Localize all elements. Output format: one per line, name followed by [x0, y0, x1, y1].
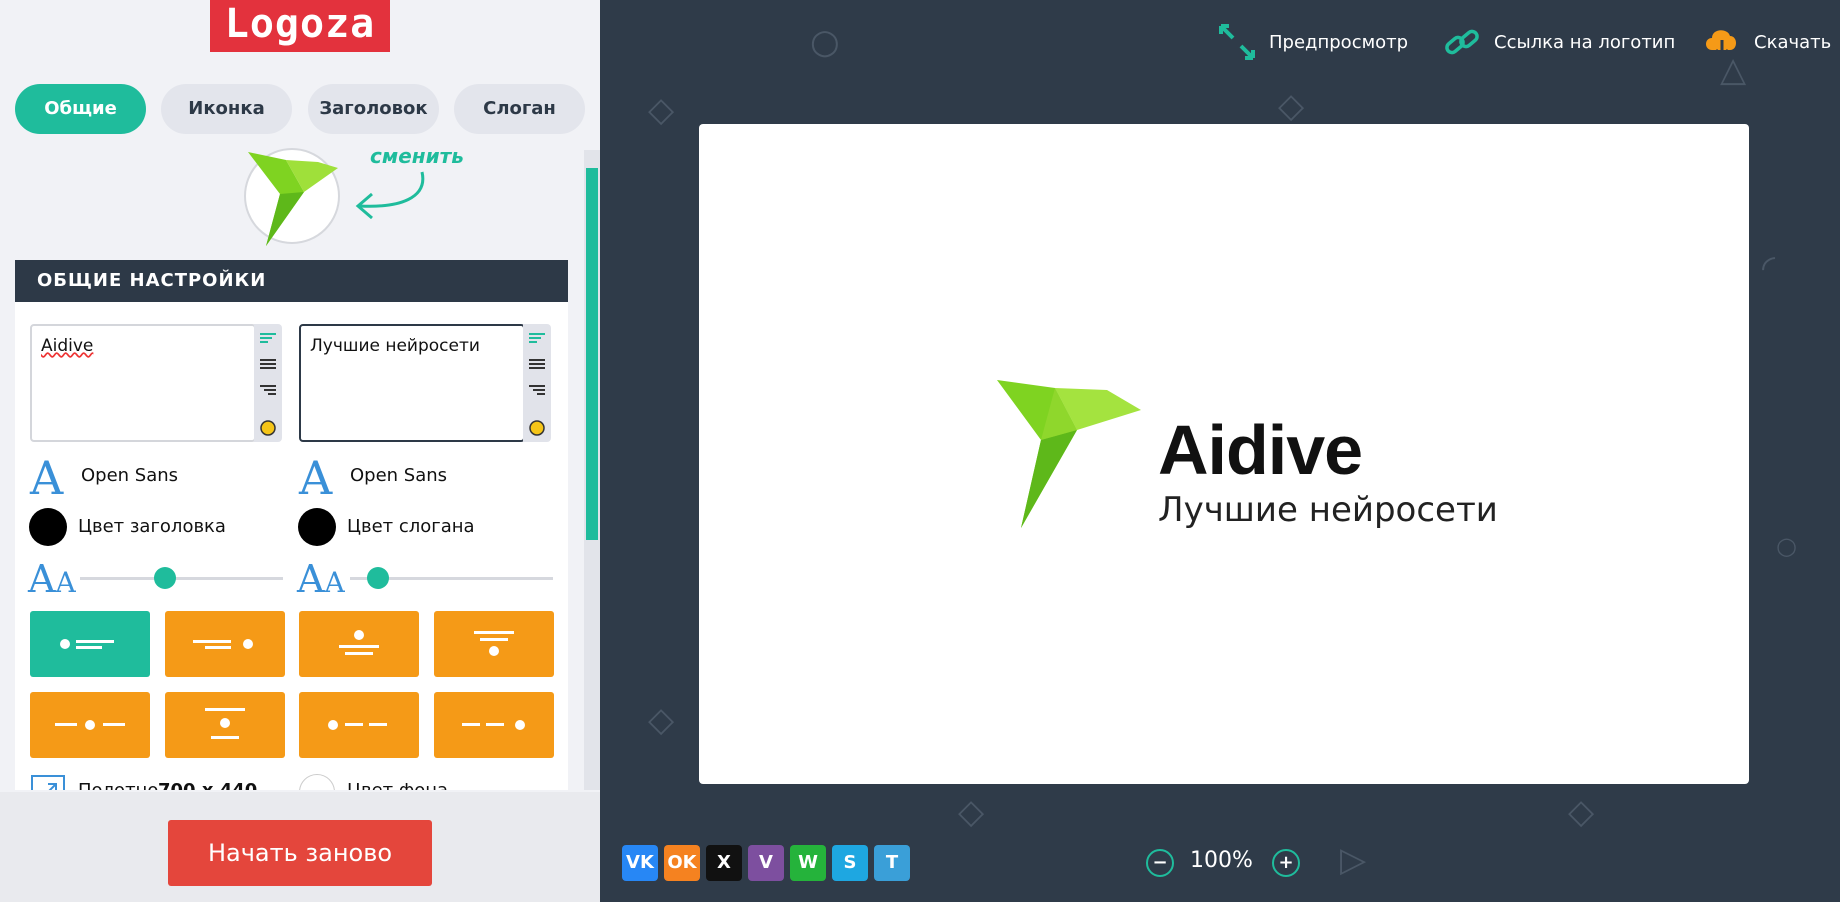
logo-link-label: Ссылка на логотип — [1494, 31, 1676, 53]
bg-color-swatch[interactable] — [299, 774, 335, 790]
preview-button[interactable]: Предпросмотр — [1217, 22, 1408, 62]
preview-logo-name: Aidive — [1158, 411, 1363, 489]
layout-icon-left-button[interactable] — [30, 611, 150, 677]
decor-circle-icon: ○ — [1776, 532, 1797, 560]
canvas-settings-row: Полотно 700 x 440 Цвет фона — [30, 774, 570, 790]
layout-icon-top-button[interactable] — [299, 611, 419, 677]
bg-color-label: Цвет фона — [347, 780, 448, 790]
layout-icon-right-button[interactable] — [165, 611, 285, 677]
share-x-button[interactable]: X — [706, 845, 742, 881]
change-icon-link[interactable]: сменить — [370, 144, 464, 168]
slogan-font-icon[interactable]: A — [299, 455, 332, 501]
slogan-text-input[interactable]: Лучшие нейросети — [299, 324, 525, 442]
layout-icon-left-inline-button[interactable] — [299, 692, 419, 758]
title-text-value: Aidive — [41, 336, 94, 356]
layout-icon — [60, 639, 114, 649]
download-button[interactable]: Скачать — [1702, 22, 1831, 62]
share-ok-button[interactable]: OK — [664, 845, 700, 881]
zoom-out-button[interactable]: − — [1146, 849, 1174, 877]
share-skype-button[interactable]: S — [832, 845, 868, 881]
layout-icon — [328, 720, 387, 730]
slogan-text-value: Лучшие нейросети — [310, 336, 480, 356]
slogan-font-name[interactable]: Open Sans — [350, 465, 447, 486]
current-icon-preview[interactable] — [244, 148, 340, 246]
cloud-download-icon — [1706, 30, 1736, 59]
tab-general[interactable]: Общие — [15, 84, 146, 134]
panel-scrollbar-thumb[interactable] — [586, 168, 598, 540]
slogan-size-icon: AA — [297, 557, 345, 601]
link-icon — [1445, 29, 1479, 55]
layout-icon-right-inline-button[interactable] — [434, 692, 554, 758]
preview-logo-slogan: Лучшие нейросети — [1158, 490, 1498, 530]
zoom-level: 100% — [1190, 848, 1253, 873]
align-icons — [529, 333, 545, 436]
align-icons — [260, 333, 276, 436]
title-color-label: Цвет заголовка — [78, 516, 226, 537]
logo-link-button[interactable]: Ссылка на логотип — [1442, 22, 1675, 62]
decor-diamond-icon: ◇ — [648, 90, 675, 130]
title-font-name[interactable]: Open Sans — [81, 465, 178, 486]
layout-icon — [462, 720, 525, 730]
expand-icon — [1219, 24, 1255, 60]
arrow-icon — [355, 171, 425, 220]
bird-icon — [997, 380, 1141, 528]
app-logo[interactable]: Logoza — [210, 0, 390, 52]
slogan-color-label: Цвет слогана — [347, 516, 475, 537]
tab-icon[interactable]: Иконка — [161, 84, 292, 134]
restart-button[interactable]: Начать заново — [168, 820, 432, 886]
title-color-swatch[interactable] — [29, 508, 67, 546]
layout-icon-middle-stacked-button[interactable] — [165, 692, 285, 758]
decor-circle-icon: ○ — [810, 22, 840, 62]
title-size-icon: AA — [28, 557, 76, 601]
title-align-strip — [254, 324, 282, 442]
decor-diamond-icon: ◇ — [1568, 792, 1595, 832]
share-whatsapp-button[interactable]: W — [790, 845, 826, 881]
layout-icon — [339, 630, 379, 655]
canvas-label: Полотно — [78, 780, 158, 790]
preview-label: Предпросмотр — [1269, 31, 1409, 53]
decor-diamond-icon: ◇ — [1278, 86, 1305, 126]
layout-icon — [55, 720, 125, 730]
bird-icon — [248, 152, 338, 246]
layout-icon — [474, 631, 514, 656]
slogan-align-strip — [523, 324, 551, 442]
decor-diamond-icon: ◇ — [958, 792, 985, 832]
share-telegram-button[interactable]: T — [874, 845, 910, 881]
download-label: Скачать — [1754, 31, 1832, 53]
layout-icon — [205, 708, 245, 739]
settings-panel: Logoza Общие Иконка Заголовок Слоган сме… — [0, 0, 600, 902]
tab-title[interactable]: Заголовок — [308, 84, 439, 134]
zoom-in-button[interactable]: + — [1272, 849, 1300, 877]
decor-triangle-icon: ▷ — [1340, 840, 1367, 880]
share-vk-button[interactable]: VK — [622, 845, 658, 881]
title-text-input[interactable]: Aidive — [30, 324, 256, 442]
tab-slogan[interactable]: Слоган — [454, 84, 585, 134]
decor-diamond-icon: ◇ — [648, 700, 675, 740]
title-font-icon[interactable]: A — [30, 455, 63, 501]
canvas-size[interactable]: 700 x 440 — [158, 780, 257, 790]
slogan-color-swatch[interactable] — [298, 508, 336, 546]
layout-icon — [193, 639, 253, 649]
resize-icon[interactable] — [30, 774, 68, 790]
general-settings-header: ОБЩИЕ НАСТРОЙКИ — [15, 260, 568, 302]
title-size-slider[interactable] — [80, 577, 283, 580]
share-viber-button[interactable]: V — [748, 845, 784, 881]
layout-icon-bottom-button[interactable] — [434, 611, 554, 677]
decor-arc-icon: ◜ — [1762, 248, 1776, 288]
layout-icon-center-inline-button[interactable] — [30, 692, 150, 758]
